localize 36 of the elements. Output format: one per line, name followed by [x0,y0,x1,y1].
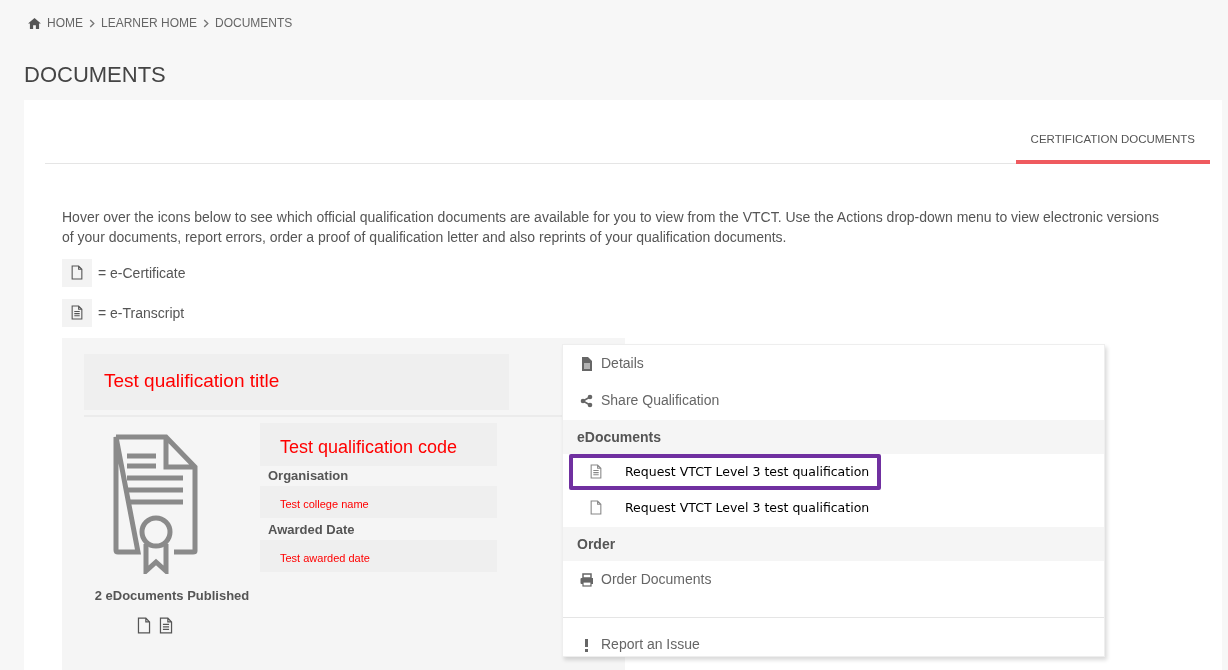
menu-section-header: Order [563,527,1104,561]
document-icon [70,265,84,281]
chevron-icon [89,18,95,28]
legend-label: = e-Certificate [98,263,186,283]
chevron-icon [203,18,210,28]
field-value: Test college name [260,486,497,518]
field-label: Awarded Date [267,521,356,539]
qualification-code: Test qualification code [260,423,497,466]
breadcrumb-link[interactable]: LEARNER HOME [101,14,198,32]
menu-item[interactable]: Order Documents [563,561,1104,598]
printer-icon [580,572,593,587]
document-menu-item[interactable]: Request VTCT Level 3 test qualification [569,454,882,490]
breadcrumb-link[interactable]: HOME [47,14,83,32]
field-label: Organisation [267,467,350,485]
document-icon [589,500,603,516]
document-icon [136,617,152,635]
certificate-icon [113,434,199,574]
text-document-icon [589,464,603,480]
text-document-icon [70,305,84,321]
menu-item[interactable]: Details [563,345,1104,382]
menu-item[interactable]: Report an Issue [563,626,1104,663]
home-icon [28,17,41,29]
legend-label: = e-Transcript [98,303,185,323]
page-title: DOCUMENTS [24,62,167,88]
breadcrumb-link[interactable]: DOCUMENTS [215,14,293,32]
text-document-icon [158,617,174,635]
field-value: Test awarded date [260,540,497,572]
published-count: 2 eDocuments Published [93,587,251,605]
qualification-title: Test qualification title [84,354,509,410]
intro-text: Hover over the icons below to see which official qualification documents are available for you to view from the VTCT. Use the Actions drop-down menu to view electronic versions of your documents, report errors, order a proof of qualification letter and also reprints of your qualification documents. [62,208,1160,247]
menu-section-header: eDocuments [563,420,1104,454]
tab[interactable]: CERTIFICATION DOCUMENTS [1015,120,1210,164]
share-icon [580,393,593,408]
menu-item[interactable]: Share Qualification [563,382,1104,419]
document-menu-item[interactable]: Request VTCT Level 3 test qualification [569,490,882,526]
document-icon [580,356,593,371]
